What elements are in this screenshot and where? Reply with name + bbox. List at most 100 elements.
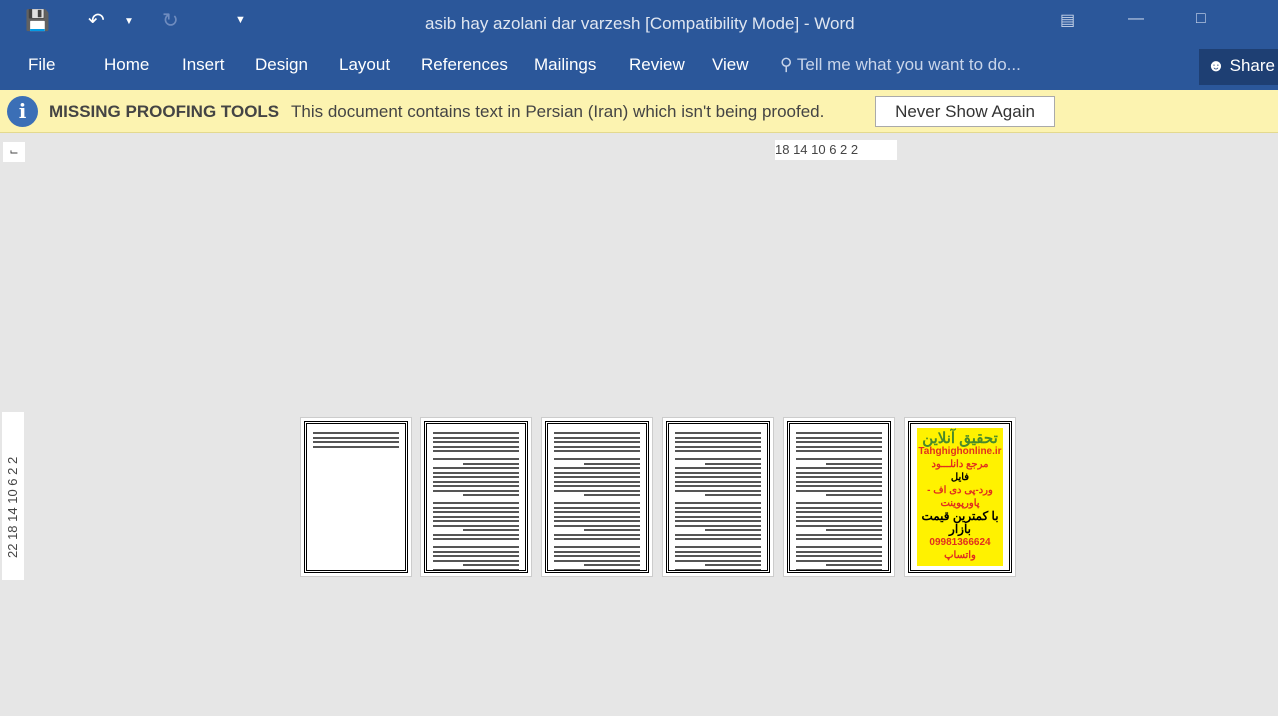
text-line [433, 502, 519, 504]
text-line [675, 538, 761, 540]
text-line [826, 494, 882, 496]
text-line [433, 445, 519, 448]
text-line [433, 480, 519, 483]
text-line [433, 467, 519, 469]
text-line [675, 524, 761, 527]
text-line [433, 471, 519, 474]
tab-design[interactable]: Design [255, 55, 308, 75]
text-line [554, 441, 640, 443]
page-thumbnail[interactable] [783, 417, 895, 577]
text-line [554, 506, 640, 509]
text-line [463, 462, 519, 465]
undo-dropdown-icon[interactable]: ▼ [124, 16, 134, 27]
text-line [796, 489, 882, 492]
redo-icon[interactable]: ↻ [162, 8, 179, 33]
tab-layout[interactable]: Layout [339, 55, 390, 75]
text-line [554, 555, 640, 557]
text-line [796, 511, 882, 513]
ribbon-tabs: File Home Insert Design Layout Reference… [0, 45, 1278, 90]
text-line [796, 471, 882, 474]
text-line [433, 432, 519, 434]
lightbulb-icon: ⚲ [780, 55, 793, 74]
tab-insert[interactable]: Insert [182, 55, 225, 75]
tab-mailings[interactable]: Mailings [534, 55, 596, 75]
text-line [796, 432, 882, 434]
text-line [433, 546, 519, 548]
text-line [675, 546, 761, 548]
text-line [796, 502, 882, 504]
ad-line: 09981366624 واتساپ [929, 537, 991, 561]
text-line [554, 480, 640, 483]
tab-view[interactable]: View [712, 55, 749, 75]
text-line [554, 450, 640, 452]
horizontal-ruler[interactable]: 18 14 10 6 2 2 [775, 140, 897, 160]
text-line [584, 494, 640, 496]
text-line [675, 533, 761, 536]
tab-review[interactable]: Review [629, 55, 685, 75]
text-line [433, 559, 519, 562]
vertical-ruler[interactable]: 22 18 14 10 6 2 2 [2, 412, 24, 580]
ribbon-display-icon[interactable]: ▤ [1060, 10, 1075, 30]
text-line [433, 550, 519, 553]
text-line [463, 529, 519, 531]
text-line [796, 524, 882, 527]
text-line [675, 489, 761, 492]
message-text: This document contains text in Persian (… [291, 102, 825, 121]
maximize-icon[interactable]: □ [1196, 10, 1206, 28]
page-thumbnail[interactable] [420, 417, 532, 577]
text-line [313, 432, 399, 434]
text-line [433, 436, 519, 439]
text-line [796, 550, 882, 553]
text-line [796, 559, 882, 562]
text-line [433, 555, 519, 557]
ad-line: فایل [950, 472, 970, 483]
text-line [675, 485, 761, 487]
text-line [826, 529, 882, 531]
text-line [675, 458, 761, 460]
share-label: Share [1229, 56, 1275, 75]
page-thumbnail[interactable] [541, 417, 653, 577]
text-line [433, 520, 519, 522]
share-button[interactable]: ☻ Share [1199, 49, 1278, 85]
text-line [433, 476, 519, 478]
text-line [433, 511, 519, 513]
text-line [554, 568, 640, 570]
text-line [675, 471, 761, 474]
text-line [554, 432, 640, 434]
message-title: MISSING PROOFING TOOLS [49, 102, 280, 121]
save-icon[interactable]: 💾 [25, 8, 50, 33]
person-icon: ☻ [1207, 56, 1225, 75]
text-line [675, 480, 761, 483]
text-line [584, 564, 640, 566]
tab-file[interactable]: File [28, 55, 55, 75]
text-line [796, 520, 882, 522]
text-line [796, 546, 882, 548]
text-line [675, 520, 761, 522]
tell-me-box[interactable]: ⚲ Tell me what you want to do... [780, 55, 1021, 75]
text-line [554, 533, 640, 536]
minimize-icon[interactable]: — [1128, 10, 1144, 28]
text-line [796, 441, 882, 443]
tab-references[interactable]: References [421, 55, 508, 75]
page-thumbnail[interactable]: تحقیق آنلاین Tahghighonline.ir مرجع دانلــ… [904, 417, 1016, 577]
text-line [313, 445, 399, 448]
text-line [554, 550, 640, 553]
text-line [554, 436, 640, 439]
text-line [675, 441, 761, 443]
tell-me-text: Tell me what you want to do... [796, 55, 1021, 74]
page-thumbnail[interactable] [662, 417, 774, 577]
never-show-again-button[interactable]: Never Show Again [875, 96, 1055, 127]
tab-selector[interactable]: ⌙ [3, 142, 25, 162]
text-line [796, 450, 882, 452]
text-line [554, 471, 640, 474]
text-line [554, 476, 640, 478]
ad-line: تحقیق آنلاین [922, 430, 998, 447]
page-thumbnail[interactable] [300, 417, 412, 577]
advertisement-image: تحقیق آنلاین Tahghighonline.ir مرجع دانلــ… [917, 428, 1003, 566]
tab-home[interactable]: Home [104, 55, 149, 75]
undo-icon[interactable]: ↶ [88, 8, 105, 33]
ad-line: ورد-پی دی اف - پاورپوینت [927, 485, 993, 509]
text-line [675, 550, 761, 553]
text-line [463, 564, 519, 566]
customize-icon[interactable]: ▼ [235, 14, 246, 26]
